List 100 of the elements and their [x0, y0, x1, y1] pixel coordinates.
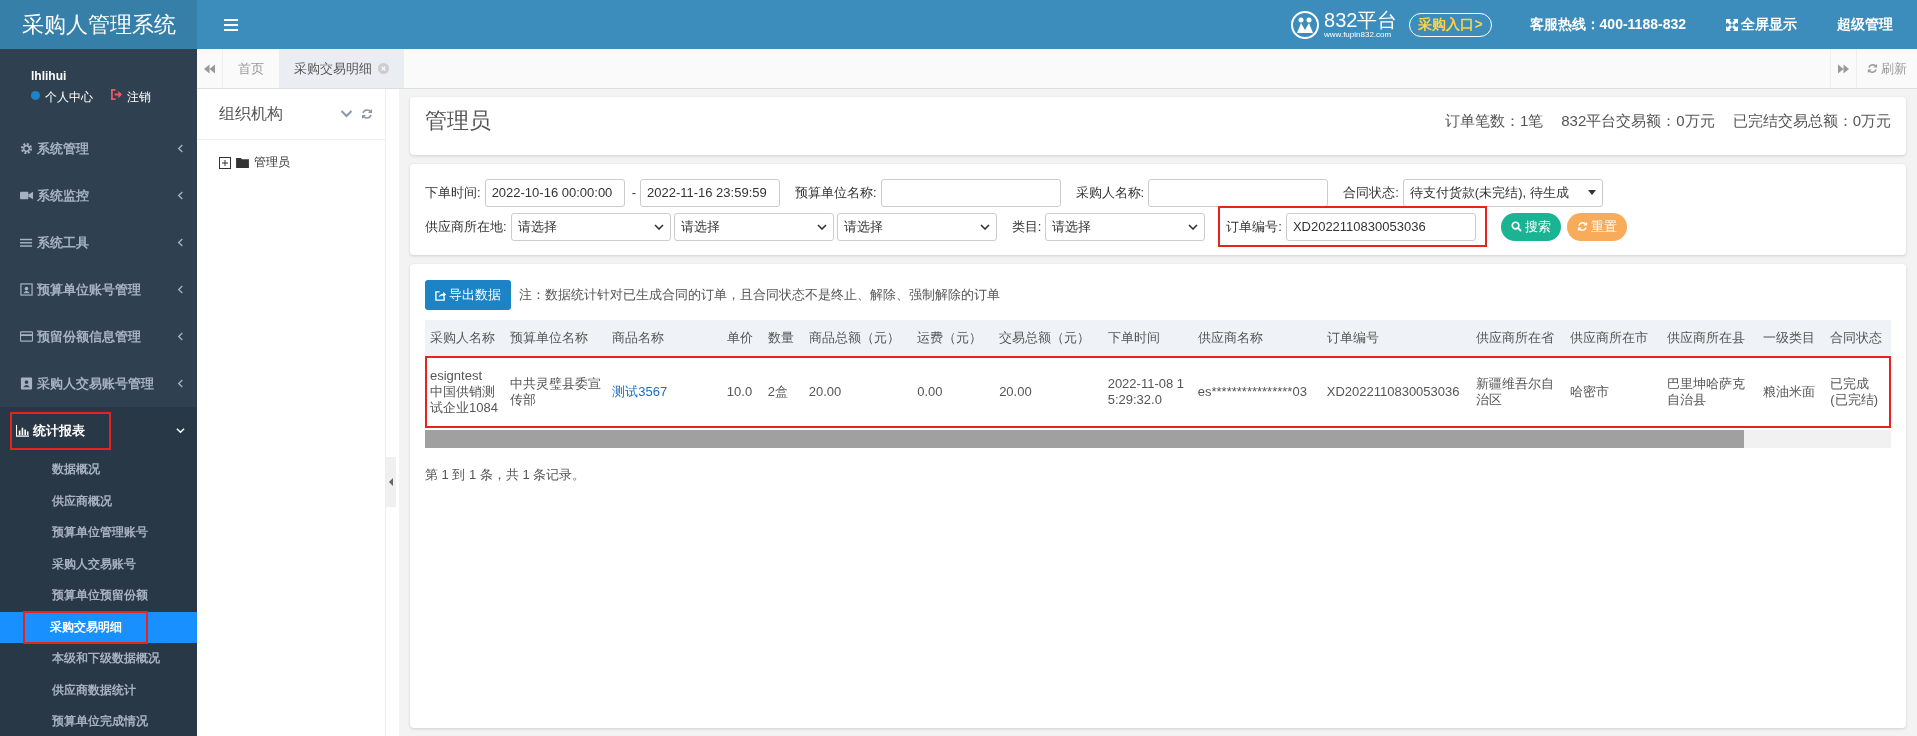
- submenu-item[interactable]: 数据概况: [0, 454, 197, 486]
- table-cell: 2022-11-08 15:29:32.0: [1107, 376, 1185, 407]
- sidebar-item[interactable]: 预留份额信息管理: [0, 313, 197, 360]
- select-field[interactable]: 请选择: [1045, 212, 1206, 241]
- refresh-icon[interactable]: [361, 108, 373, 120]
- table-cell: 粮油米面: [1762, 384, 1815, 399]
- table-cell: 巴里坤哈萨克自治县: [1666, 376, 1745, 407]
- sidebar-item[interactable]: 统计报表: [0, 407, 197, 454]
- submenu-item[interactable]: 预算单位完成情况: [0, 706, 197, 736]
- refresh-button[interactable]: 刷新: [1856, 49, 1917, 88]
- expand-icon[interactable]: [219, 156, 231, 169]
- splitter-handle[interactable]: [386, 457, 396, 507]
- submenu-item[interactable]: 本级和下级数据概况: [0, 643, 197, 675]
- field-label: 合同状态:: [1343, 183, 1399, 202]
- field-label: 供应商所在地:: [425, 217, 507, 236]
- sidebar-item[interactable]: 系统管理: [0, 125, 197, 172]
- column-header: 供应商所在省: [1471, 320, 1566, 356]
- menu-label: 统计报表: [12, 413, 109, 448]
- chevron-down-icon: [816, 223, 827, 230]
- export-icon: [435, 289, 446, 301]
- refresh-icon: [1576, 221, 1588, 232]
- folder-icon: [236, 157, 249, 168]
- table-cell: 2盒: [767, 384, 789, 399]
- fullscreen-icon: [1726, 18, 1738, 31]
- chevron-left-icon: [176, 144, 185, 153]
- credit-card-icon: [20, 330, 33, 343]
- date-field[interactable]: 2022-10-16 00:00:00: [484, 178, 625, 207]
- sidebar-item[interactable]: 采购人交易账号管理: [0, 360, 197, 407]
- column-header: 交易总额（元）: [994, 320, 1103, 356]
- tab[interactable]: 首页: [223, 49, 279, 88]
- submenu-item[interactable]: 预算单位管理账号: [0, 517, 197, 549]
- table-cell: 20.00: [999, 384, 1032, 399]
- export-button[interactable]: 导出数据: [425, 280, 511, 310]
- close-icon[interactable]: [378, 63, 389, 74]
- emblem-icon: [1290, 9, 1320, 40]
- video-camera-icon: [20, 189, 33, 202]
- sidebar-item[interactable]: 系统监控: [0, 172, 197, 219]
- caret-down-icon: [1587, 190, 1596, 195]
- chevron-down-icon: [1188, 223, 1199, 230]
- sidebar-item[interactable]: 系统工具: [0, 219, 197, 266]
- username: lhlihui: [30, 68, 68, 83]
- chevron-left-icon: [176, 332, 185, 341]
- submenu-item[interactable]: 供应商数据统计: [0, 674, 197, 706]
- chevron-down-icon: [176, 426, 185, 435]
- field-label: 订单编号:: [1226, 217, 1282, 236]
- logout-link[interactable]: 注销: [111, 89, 151, 125]
- table-cell: es****************03: [1197, 384, 1307, 399]
- submenu-item[interactable]: 采购人交易账号: [0, 548, 197, 580]
- platform-name: 832平台: [1324, 10, 1398, 30]
- column-header: 供应商名称: [1192, 320, 1322, 356]
- chevron-left-icon: [176, 238, 185, 247]
- column-header: 预算单位名称: [504, 320, 608, 356]
- page-title: 管理员: [425, 107, 492, 135]
- tree-node[interactable]: 管理员: [254, 154, 290, 171]
- submenu-item[interactable]: 采购交易明细: [0, 611, 197, 643]
- chevron-down-icon[interactable]: [340, 109, 353, 119]
- hotline-text: 客服热线：400-1188-832: [1529, 15, 1686, 34]
- list-icon: [20, 236, 33, 249]
- stat-text: 订单笔数：1笔: [1444, 111, 1544, 131]
- table-cell: 20.00: [808, 384, 842, 399]
- field-label: 预算单位名称:: [794, 183, 877, 202]
- logout-icon: [111, 89, 122, 100]
- product-link[interactable]: 测试3567: [612, 384, 668, 399]
- input-field[interactable]: [1148, 178, 1329, 207]
- column-header: 商品总额（元）: [803, 320, 913, 356]
- select-field[interactable]: 请选择: [673, 212, 834, 241]
- menu-label: 预算单位账号管理: [20, 280, 176, 299]
- status-dropdown[interactable]: 待支付货款(未完结), 待生成: [1402, 178, 1603, 207]
- table-cell: 中共灵璧县委宣传部: [509, 376, 601, 407]
- profile-link[interactable]: 个人中心: [31, 89, 93, 125]
- fullscreen-button[interactable]: 全屏显示: [1726, 15, 1797, 34]
- input-field[interactable]: XD2022110830053036: [1285, 212, 1476, 241]
- user-menu[interactable]: 超级管理: [1837, 15, 1893, 34]
- refresh-icon: [1867, 63, 1878, 74]
- column-header: 采购人名称: [425, 320, 505, 356]
- menu-icon[interactable]: [224, 18, 238, 31]
- select-field[interactable]: 请选择: [510, 212, 671, 241]
- column-header: 数量: [762, 320, 804, 356]
- bar-chart-icon: [16, 424, 29, 437]
- pagination-text: 第 1 到 1 条，共 1 条记录。: [425, 466, 587, 484]
- panel-title: 组织机构: [219, 103, 284, 124]
- column-header: 单价: [721, 320, 763, 356]
- caret-left-icon: [389, 478, 393, 486]
- table-cell: 哈密市: [1570, 384, 1610, 399]
- double-left-icon: [204, 63, 215, 74]
- sidebar-item[interactable]: 预算单位账号管理: [0, 266, 197, 313]
- input-field[interactable]: [880, 178, 1061, 207]
- select-field[interactable]: 请选择: [836, 212, 997, 241]
- menu-label: 系统监控: [20, 186, 176, 205]
- field-label: 类目:: [1011, 217, 1042, 236]
- gear-icon: [20, 142, 33, 155]
- column-header: 供应商所在县: [1661, 320, 1758, 356]
- menu-label: 采购人交易账号管理: [20, 374, 176, 393]
- date-field[interactable]: 2022-11-16 23:59:59: [639, 178, 780, 207]
- status-dot-icon: [31, 91, 40, 100]
- submenu-item[interactable]: 预算单位预留份额: [0, 580, 197, 612]
- field-label: 下单时间:: [425, 183, 481, 202]
- table-cell: XD2022110830053036: [1326, 384, 1460, 399]
- tab[interactable]: 采购交易明细: [279, 49, 404, 88]
- submenu-item[interactable]: 供应商概况: [0, 485, 197, 517]
